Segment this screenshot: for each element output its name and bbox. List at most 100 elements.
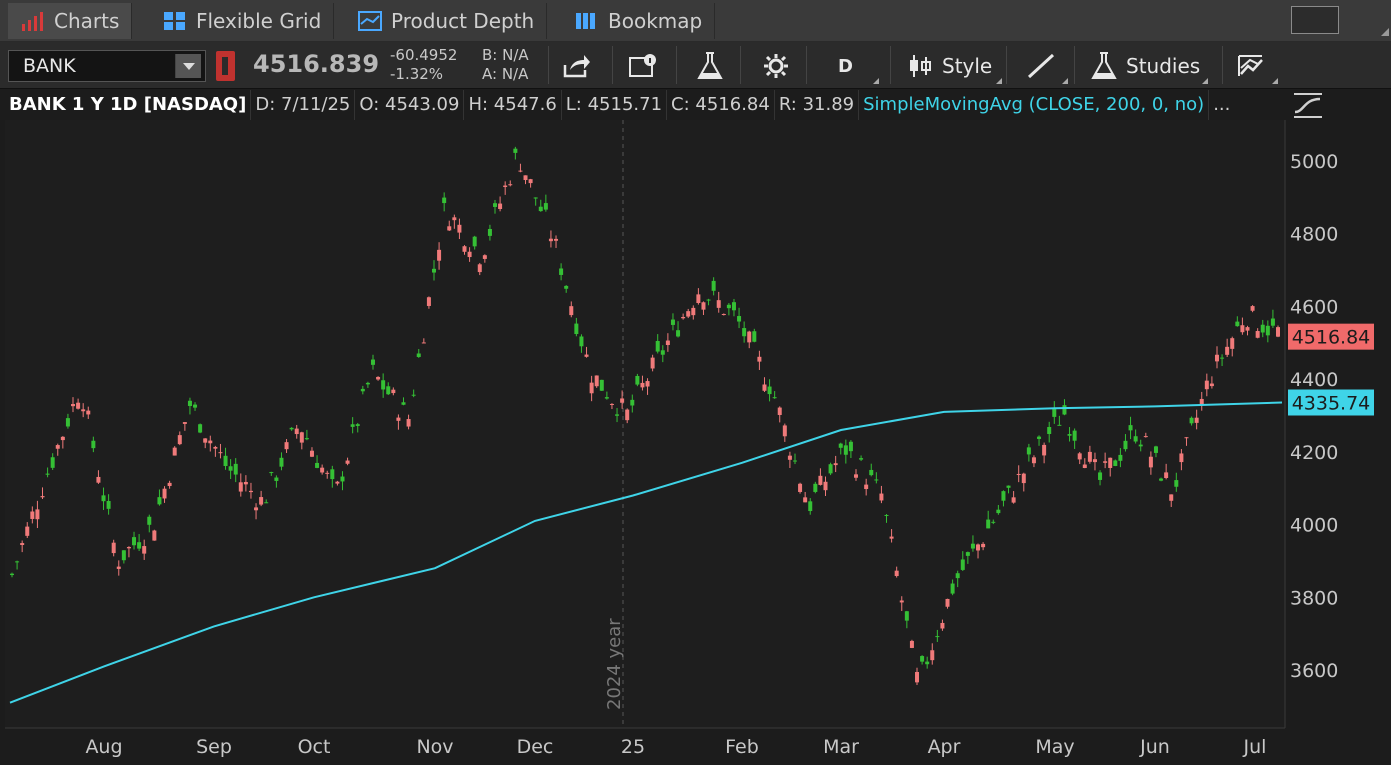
candle-body <box>1067 434 1072 436</box>
candle-body <box>401 402 406 405</box>
candle-body <box>721 314 726 316</box>
tab-label: Flexible Grid <box>196 9 322 33</box>
candle-body <box>1138 444 1143 447</box>
x-tick-label: May <box>1035 736 1074 758</box>
chart-info-button[interactable] <box>628 48 660 84</box>
candle-body <box>411 394 416 396</box>
toolbar-divider <box>806 46 807 84</box>
x-tick-label: Feb <box>725 736 759 758</box>
alert-flag-icon[interactable] <box>216 51 235 81</box>
x-tick-label: Oct <box>298 736 331 758</box>
period-button[interactable]: D <box>838 48 879 84</box>
candle-body <box>116 566 121 569</box>
flask-button[interactable] <box>696 48 724 84</box>
toolbar-divider <box>1222 46 1223 84</box>
window-layout-button[interactable] <box>1291 6 1339 34</box>
symbol-text: BANK <box>23 55 76 77</box>
settings-button[interactable] <box>762 48 790 84</box>
tab-product-depth[interactable]: Product Depth <box>345 3 548 39</box>
dropdown-corner-icon <box>1202 78 1209 84</box>
grid-icon <box>164 12 185 30</box>
candle-body <box>909 640 914 648</box>
tab-flexible-grid[interactable]: Flexible Grid <box>150 3 335 39</box>
candle-body <box>584 354 589 357</box>
candle-body <box>996 509 1001 514</box>
candle-body <box>40 496 45 498</box>
candle-body <box>533 197 538 199</box>
patterns-button[interactable] <box>1236 48 1278 84</box>
candle-body <box>803 497 808 503</box>
candle-body <box>355 424 360 427</box>
bar-open: O: 4543.09 <box>355 90 465 120</box>
depth-icon <box>358 11 382 31</box>
candle-body <box>1047 427 1052 434</box>
sma-value-tag-label: 4335.74 <box>1292 393 1371 415</box>
symbol-dropdown-button[interactable] <box>175 54 201 78</box>
candle-body <box>498 203 503 209</box>
flask-icon <box>697 52 723 79</box>
ask-value: A: N/A <box>482 65 529 83</box>
candle-body <box>503 185 508 188</box>
style-label: Style <box>942 54 993 78</box>
candle-body <box>960 559 965 570</box>
toolbar-divider <box>1006 46 1007 84</box>
period-label: D <box>838 55 853 77</box>
candle-body <box>864 484 869 490</box>
candle-body <box>472 236 477 247</box>
candle-body <box>696 294 701 304</box>
y-tick-label: 3600 <box>1290 660 1338 682</box>
candle-body <box>670 319 675 325</box>
dropdown-corner-icon <box>1062 78 1068 84</box>
candle-body <box>640 382 645 388</box>
candle-body <box>554 238 559 241</box>
symbol-input[interactable]: BANK <box>8 50 206 82</box>
candle-body <box>711 280 716 291</box>
candle-body <box>213 446 218 449</box>
candle-body <box>1214 354 1219 362</box>
candle-body <box>65 418 70 427</box>
candle-body <box>432 268 436 273</box>
candle-body <box>564 285 569 289</box>
candle-body <box>706 299 711 301</box>
candle-body <box>284 442 289 450</box>
y-tick-label: 3800 <box>1290 587 1338 609</box>
candle-body <box>869 469 874 476</box>
candle-body <box>747 331 752 343</box>
chart-title[interactable]: BANK 1 Y 1D [NASDAQ] <box>5 90 252 120</box>
candle-body <box>248 490 253 493</box>
candle-body <box>757 356 762 362</box>
candle-body <box>940 622 945 629</box>
bar-close: C: 4516.84 <box>667 90 775 120</box>
tab-charts[interactable]: Charts <box>8 3 133 39</box>
candle-body <box>1128 425 1133 431</box>
candle-body <box>147 516 152 525</box>
candle-body <box>137 542 142 549</box>
study-label[interactable]: SimpleMovingAvg (CLOSE, 200, 0, no) <box>859 90 1210 120</box>
toolbar-divider <box>1074 46 1075 84</box>
style-button[interactable]: Style <box>906 48 1003 84</box>
drawing-tools-button[interactable] <box>1026 48 1068 84</box>
chart-info-header: BANK 1 Y 1D [NASDAQ] D: 7/11/25 O: 4543.… <box>5 90 1285 120</box>
candle-body <box>467 251 472 258</box>
candle-body <box>1250 306 1255 311</box>
share-button[interactable] <box>562 48 592 84</box>
candle-body <box>1021 473 1026 484</box>
candle-body <box>386 386 391 395</box>
candle-body <box>976 544 981 551</box>
candle-body <box>716 300 721 308</box>
chart-style-toggle-icon[interactable] <box>1292 90 1324 120</box>
candle-body <box>1164 472 1169 478</box>
candle-body <box>1031 457 1036 464</box>
candle-body <box>589 382 594 394</box>
candle-body <box>259 497 264 505</box>
tab-bookmap[interactable]: Bookmap <box>562 3 716 39</box>
studies-button[interactable]: Studies <box>1090 48 1209 84</box>
more-studies-ellipsis[interactable]: ... <box>1209 90 1234 120</box>
candle-body <box>330 469 335 480</box>
candle-body <box>767 386 772 395</box>
candle-body <box>442 197 447 204</box>
candle-body <box>950 583 955 594</box>
candle-body <box>1133 436 1138 442</box>
candle-body <box>81 409 86 412</box>
price-chart[interactable]: 2024 year 3600 3800 4000 4200 4400 4600 4800 50… <box>0 120 1391 765</box>
